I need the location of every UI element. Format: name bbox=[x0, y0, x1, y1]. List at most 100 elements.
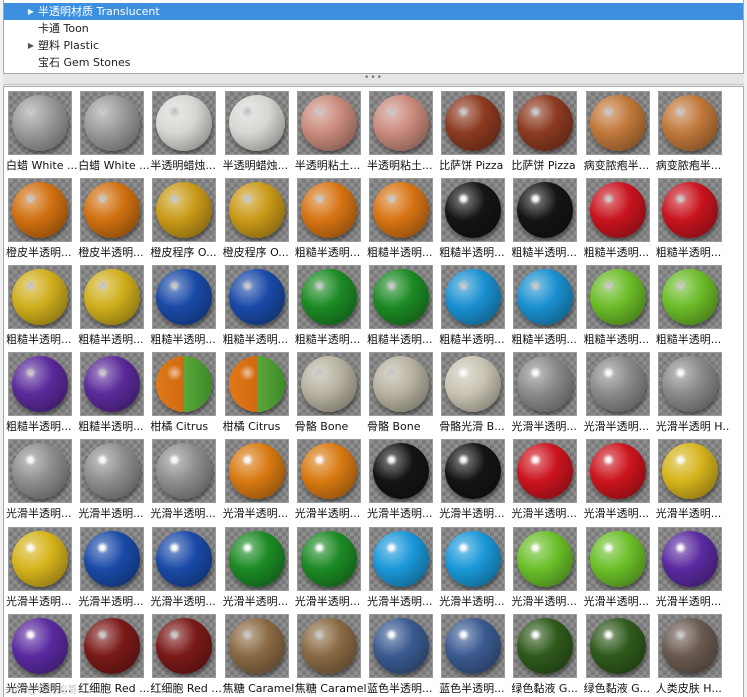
expand-arrow-icon[interactable]: ▶ bbox=[26, 37, 36, 54]
material-thumbnail[interactable]: 粗糙半透明... bbox=[511, 178, 583, 266]
material-thumbnail[interactable]: 光滑半透明... bbox=[223, 526, 295, 615]
material-thumbnail[interactable]: 焦糖 Caramel bbox=[222, 613, 295, 697]
material-thumbnail[interactable]: 光滑半透明 H... bbox=[656, 352, 729, 440]
material-thumbnail[interactable]: 光滑半透明... bbox=[511, 352, 583, 440]
tree-item-label: 卡通 Toon bbox=[38, 22, 89, 35]
material-thumbnail[interactable]: 焦糖 Caramel bbox=[295, 613, 367, 697]
material-thumbnail[interactable]: 半透明蜡烛... bbox=[223, 91, 295, 179]
material-thumbnail[interactable]: 光滑半透明... bbox=[439, 439, 511, 527]
material-category-tree[interactable]: ▶ 半透明材质 Translucent 卡通 Toon ▶ 塑料 Plastic 宝石 G… bbox=[3, 0, 744, 74]
material-thumbnail[interactable]: 粗糙半透明... bbox=[6, 265, 78, 353]
material-thumbnail[interactable]: 病变脓疱半... bbox=[584, 91, 656, 179]
material-label: 光滑半透明... bbox=[583, 507, 650, 521]
tree-item[interactable]: ▶ 半透明材质 Translucent bbox=[4, 3, 743, 20]
material-thumbnail[interactable]: 光滑半透明... bbox=[78, 526, 150, 615]
material-sphere-icon bbox=[373, 530, 429, 587]
material-thumbnail[interactable]: 蓝色半透明... bbox=[439, 613, 511, 697]
material-thumbnail[interactable]: 骨骼光滑 B... bbox=[439, 352, 511, 440]
material-sphere-icon bbox=[445, 443, 502, 500]
material-thumbnail[interactable]: 光滑半透明... bbox=[150, 439, 222, 527]
material-preview bbox=[8, 178, 72, 243]
material-thumbnail[interactable]: 半透明粘土... bbox=[367, 91, 439, 179]
material-thumbnail[interactable]: 光滑半透明... bbox=[6, 526, 78, 615]
material-preview bbox=[657, 178, 722, 243]
material-thumbnail[interactable]: 人类皮肤 H... bbox=[656, 613, 728, 697]
material-label: 粗糙半透明... bbox=[583, 333, 650, 347]
material-thumbnail-grid[interactable]: 白蜡 White ... 白蜡 White ... 半透明蜡烛... 半透明蜡烛...… bbox=[3, 86, 744, 697]
material-preview bbox=[224, 613, 289, 678]
material-thumbnail[interactable]: 红细胞 Red ... bbox=[150, 613, 222, 697]
material-thumbnail[interactable]: 绿色黏液 G... bbox=[584, 613, 656, 697]
material-thumbnail[interactable]: 光滑半透明... bbox=[439, 526, 511, 615]
material-thumbnail[interactable]: 粗糙半透明... bbox=[295, 265, 367, 353]
material-thumbnail[interactable]: 粗糙半透明... bbox=[78, 352, 150, 440]
tree-item[interactable]: 卡通 Toon bbox=[4, 20, 743, 37]
material-thumbnail[interactable]: 骨骼 Bone bbox=[367, 352, 439, 440]
material-thumbnail[interactable]: 光滑半透明... bbox=[584, 526, 656, 615]
material-label: 骨骼 Bone bbox=[294, 420, 349, 434]
material-thumbnail[interactable]: 粗糙半透明... bbox=[439, 178, 511, 266]
material-preview bbox=[8, 91, 72, 155]
material-thumbnail[interactable]: 光滑半透明... bbox=[295, 439, 367, 527]
material-thumbnail[interactable]: 光滑半透明... bbox=[223, 439, 295, 527]
material-thumbnail[interactable]: 绿色黏液 G... bbox=[511, 613, 583, 697]
material-thumbnail[interactable]: 蓝色半透明... bbox=[367, 613, 439, 697]
material-thumbnail[interactable]: 光滑半透明... bbox=[584, 439, 656, 527]
material-label: 焦糖 Caramel bbox=[222, 681, 295, 695]
material-thumbnail[interactable]: 骨骼 Bone bbox=[295, 352, 367, 440]
material-thumbnail[interactable]: 比萨饼 Pizza bbox=[439, 91, 511, 179]
material-thumbnail[interactable]: 半透明蜡烛... bbox=[150, 91, 222, 179]
material-sphere-icon bbox=[228, 182, 285, 239]
material-thumbnail[interactable]: 病变脓疱半... bbox=[656, 91, 728, 179]
material-thumbnail[interactable]: 光滑半透明... bbox=[295, 526, 367, 615]
material-thumbnail[interactable]: 光滑半透明... bbox=[656, 526, 728, 615]
material-sphere-icon bbox=[517, 617, 574, 674]
material-thumbnail[interactable]: 粗糙半透明... bbox=[367, 178, 439, 266]
material-preview bbox=[657, 613, 722, 678]
material-thumbnail[interactable]: 橙皮程序 O... bbox=[223, 178, 295, 266]
material-thumbnail[interactable]: 光滑半透明... bbox=[656, 439, 728, 527]
material-sphere-icon bbox=[517, 182, 574, 239]
panel-splitter[interactable]: ••• bbox=[3, 74, 744, 85]
material-thumbnail[interactable]: 粗糙半透明... bbox=[656, 265, 728, 353]
material-thumbnail[interactable]: 柑橘 Citrus bbox=[223, 352, 295, 440]
material-thumbnail[interactable]: 粗糙半透明... bbox=[367, 265, 439, 353]
material-preview bbox=[224, 265, 289, 330]
material-preview bbox=[369, 613, 433, 678]
material-thumbnail[interactable]: 粗糙半透明... bbox=[511, 265, 583, 353]
material-thumbnail[interactable]: 粗糙半透明... bbox=[78, 265, 150, 353]
material-thumbnail[interactable]: 光滑半透明... bbox=[6, 613, 78, 697]
material-thumbnail[interactable]: 橙皮程序 O... bbox=[150, 178, 222, 266]
material-thumbnail[interactable]: 光滑半透明... bbox=[367, 526, 439, 615]
material-thumbnail[interactable]: 半透明粘土... bbox=[295, 91, 367, 179]
material-thumbnail[interactable]: 粗糙半透明... bbox=[584, 265, 656, 353]
tree-item[interactable]: 宝石 Gem Stones bbox=[4, 54, 743, 71]
material-thumbnail[interactable]: 粗糙半透明... bbox=[223, 265, 295, 353]
tree-item[interactable]: ▶ 塑料 Plastic bbox=[4, 37, 743, 54]
material-label: 病变脓疱半... bbox=[583, 159, 650, 172]
material-thumbnail[interactable]: 白蜡 White ... bbox=[6, 91, 78, 179]
material-thumbnail[interactable]: 粗糙半透明... bbox=[6, 352, 78, 440]
material-thumbnail[interactable]: 柑橘 Citrus bbox=[150, 352, 222, 440]
material-thumbnail[interactable]: 光滑半透明... bbox=[6, 439, 78, 527]
material-thumbnail[interactable]: 光滑半透明... bbox=[511, 439, 583, 527]
material-thumbnail[interactable]: 白蜡 White ... bbox=[78, 91, 150, 179]
material-sphere-icon bbox=[589, 269, 646, 326]
material-thumbnail[interactable]: 比萨饼 Pizza bbox=[511, 91, 583, 179]
material-preview bbox=[152, 178, 217, 243]
material-thumbnail[interactable]: 粗糙半透明... bbox=[656, 178, 728, 266]
expand-arrow-icon[interactable]: ▶ bbox=[26, 3, 36, 20]
material-thumbnail[interactable]: 粗糙半透明... bbox=[150, 265, 222, 353]
material-thumbnail[interactable]: 光滑半透明... bbox=[584, 352, 656, 440]
material-thumbnail[interactable]: 粗糙半透明... bbox=[584, 178, 656, 266]
material-thumbnail[interactable]: 粗糙半透明... bbox=[295, 178, 367, 266]
material-label: 光滑半透明... bbox=[78, 507, 144, 521]
material-thumbnail[interactable]: 橙皮半透明... bbox=[6, 178, 78, 266]
material-thumbnail[interactable]: 粗糙半透明... bbox=[439, 265, 511, 353]
material-thumbnail[interactable]: 红细胞 Red ... bbox=[78, 613, 150, 697]
material-thumbnail[interactable]: 光滑半透明... bbox=[78, 439, 150, 527]
material-thumbnail[interactable]: 光滑半透明... bbox=[511, 526, 583, 615]
material-thumbnail[interactable]: 光滑半透明... bbox=[367, 439, 439, 527]
material-thumbnail[interactable]: 光滑半透明... bbox=[150, 526, 222, 615]
material-thumbnail[interactable]: 橙皮半透明... bbox=[78, 178, 150, 266]
